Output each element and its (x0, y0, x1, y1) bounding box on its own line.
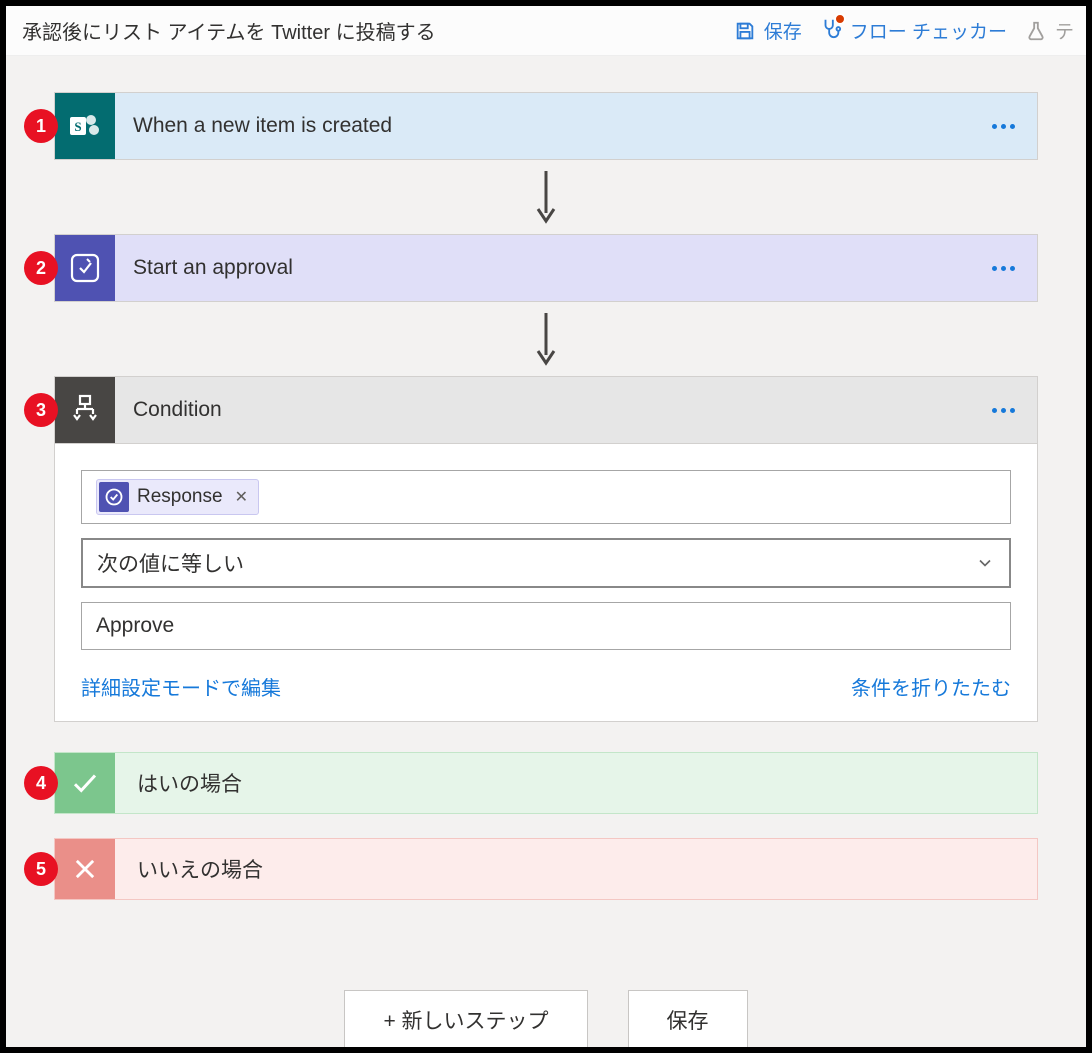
save-action[interactable]: 保存 (734, 17, 802, 44)
sharepoint-icon: S (55, 93, 115, 159)
chevron-down-icon (975, 553, 995, 573)
callout-badge-2: 2 (24, 251, 58, 285)
callout-badge-3: 3 (24, 393, 58, 427)
step-trigger-more-icon[interactable] (970, 124, 1037, 129)
flow-checker-action[interactable]: フロー チェッカー (820, 17, 1007, 45)
operator-value: 次の値に等しい (97, 548, 244, 578)
condition-icon (55, 377, 115, 443)
callout-badge-1: 1 (24, 109, 58, 143)
branch-yes-card[interactable]: はいの場合 (54, 752, 1038, 814)
approval-token-icon (99, 482, 129, 512)
branch-yes-row: 4 はいの場合 (54, 752, 1038, 814)
flask-icon (1025, 20, 1047, 42)
notification-dot-icon (834, 13, 846, 25)
checker-label: フロー チェッカー (850, 17, 1007, 44)
token-label: Response (137, 486, 223, 508)
cross-icon (55, 839, 115, 899)
save-icon (734, 20, 756, 42)
test-label: テ (1055, 17, 1074, 44)
topbar: 承認後にリスト アイテムを Twitter に投稿する 保存 (6, 6, 1086, 56)
bottom-actions: + 新しいステップ 保存 (54, 990, 1038, 1047)
condition-operator-select[interactable]: 次の値に等しい (81, 538, 1011, 588)
new-step-button[interactable]: + 新しいステップ (344, 990, 587, 1047)
callout-badge-4: 4 (24, 766, 58, 800)
value-text: Approve (96, 614, 174, 638)
branch-no-label: いいえの場合 (115, 854, 285, 884)
arrow-2 (54, 302, 1038, 376)
condition-body: Response ✕ 次の値に等しい Approve 詳細設定モードで編集 条件… (55, 444, 1037, 721)
condition-left-operand[interactable]: Response ✕ (81, 470, 1011, 524)
step-trigger-label: When a new item is created (115, 114, 970, 138)
branch-no-row: 5 いいえの場合 (54, 838, 1038, 900)
flow-designer-app: 承認後にリスト アイテムを Twitter に投稿する 保存 (6, 6, 1086, 1047)
step-condition-card[interactable]: Condition (54, 376, 1038, 444)
flow-title: 承認後にリスト アイテムを Twitter に投稿する (22, 16, 734, 45)
step-condition-label: Condition (115, 398, 970, 422)
edit-advanced-link[interactable]: 詳細設定モードで編集 (81, 672, 281, 701)
step-trigger-card[interactable]: S When a new item is created (54, 92, 1038, 160)
dynamic-token-response[interactable]: Response ✕ (96, 479, 259, 515)
branch-yes-label: はいの場合 (115, 768, 264, 798)
step-approval-more-icon[interactable] (970, 266, 1037, 271)
arrow-1 (54, 160, 1038, 234)
check-icon (55, 753, 115, 813)
approval-icon (55, 235, 115, 301)
topbar-actions: 保存 フロー チェッカー (734, 17, 1074, 45)
branch-no-card[interactable]: いいえの場合 (54, 838, 1038, 900)
step-approval-card[interactable]: Start an approval (54, 234, 1038, 302)
condition-right-operand[interactable]: Approve (81, 602, 1011, 650)
token-remove-icon[interactable]: ✕ (231, 487, 248, 507)
step-trigger-row: 1 S When a new item is created (54, 92, 1038, 160)
step-approval-row: 2 Start an approval (54, 234, 1038, 302)
condition-body-container: Response ✕ 次の値に等しい Approve 詳細設定モードで編集 条件… (54, 444, 1038, 722)
checker-icon-wrap (820, 17, 842, 45)
step-condition-row: 3 Condition (54, 376, 1038, 444)
test-action[interactable]: テ (1025, 17, 1074, 44)
callout-badge-5: 5 (24, 852, 58, 886)
svg-text:S: S (74, 119, 81, 134)
flow-canvas: 1 S When a new item is created (6, 56, 1086, 1047)
step-condition-more-icon[interactable] (970, 408, 1037, 413)
save-button[interactable]: 保存 (628, 990, 748, 1047)
condition-links: 詳細設定モードで編集 条件を折りたたむ (81, 664, 1011, 701)
step-approval-label: Start an approval (115, 256, 970, 280)
save-label: 保存 (764, 17, 802, 44)
collapse-condition-link[interactable]: 条件を折りたたむ (851, 672, 1011, 701)
